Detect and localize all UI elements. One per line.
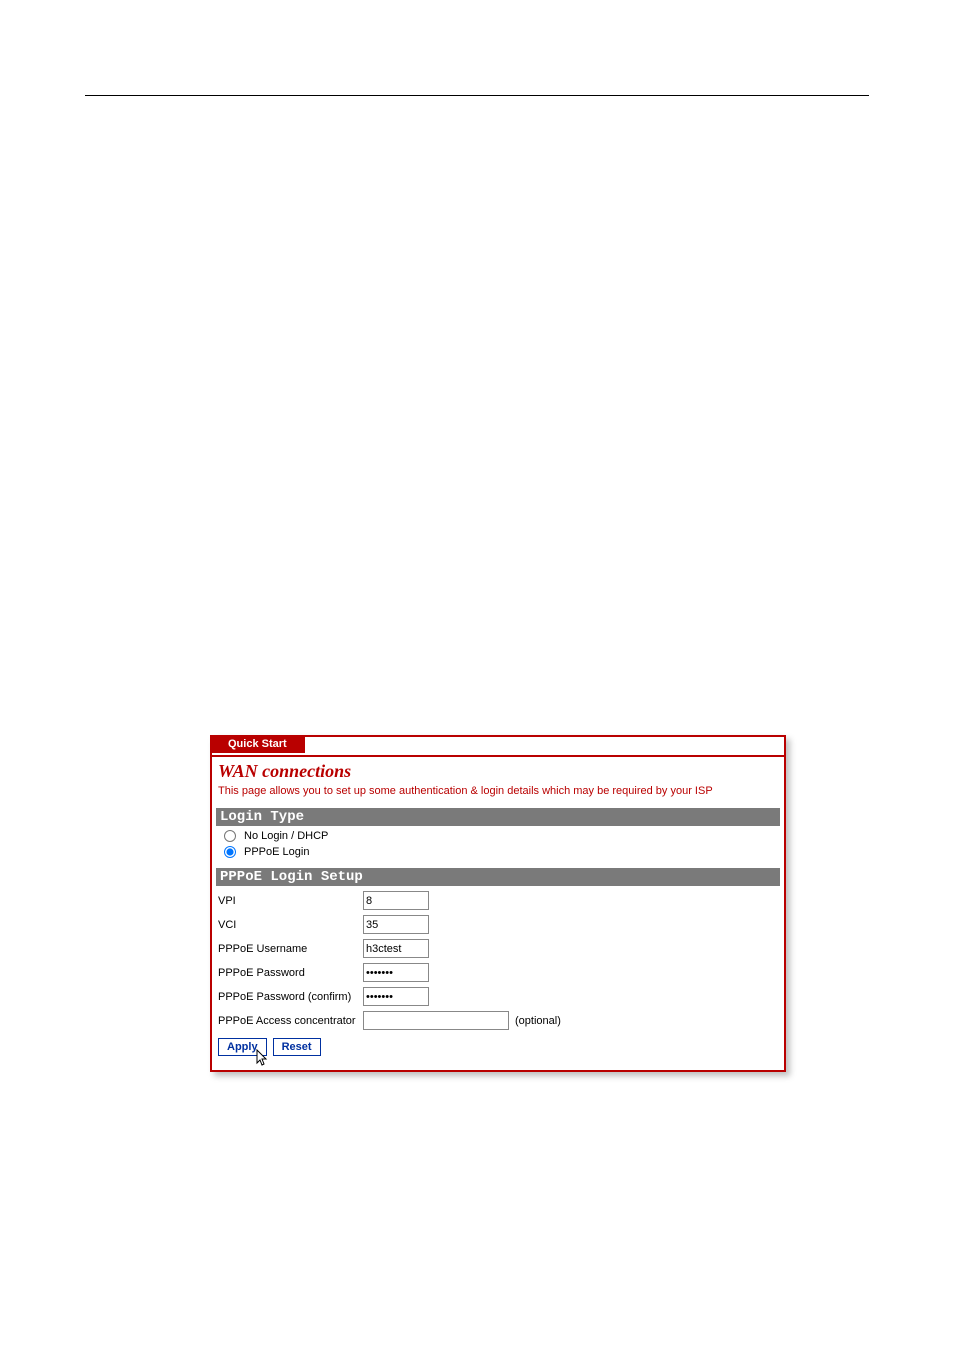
page-title: WAN connections [218, 761, 780, 782]
pppoe-password-field[interactable] [363, 963, 429, 982]
vpi-field[interactable] [363, 891, 429, 910]
pppoe-password-confirm-field[interactable] [363, 987, 429, 1006]
radio-no-login[interactable] [224, 830, 236, 842]
reset-button[interactable]: Reset [273, 1038, 321, 1056]
radio-no-login-label: No Login / DHCP [244, 830, 328, 842]
section-pppoe-setup: PPPoE Login Setup [216, 868, 780, 886]
tab-quick-start[interactable]: Quick Start [210, 735, 305, 753]
radio-pppoe-login-label: PPPoE Login [244, 846, 309, 858]
pppoe-ac-field[interactable] [363, 1011, 509, 1030]
pppoe-password-label: PPPoE Password [218, 967, 363, 979]
apply-button[interactable]: Apply [218, 1038, 267, 1056]
vci-field[interactable] [363, 915, 429, 934]
optional-text: (optional) [515, 1015, 561, 1027]
wan-connections-panel: Quick Start WAN connections This page al… [210, 735, 786, 1072]
pppoe-username-field[interactable] [363, 939, 429, 958]
vpi-label: VPI [218, 895, 363, 907]
page-description: This page allows you to set up some auth… [218, 784, 780, 798]
section-login-type: Login Type [216, 808, 780, 826]
pppoe-password-confirm-label: PPPoE Password (confirm) [218, 991, 363, 1003]
page-divider [85, 95, 869, 96]
pppoe-username-label: PPPoE Username [218, 943, 363, 955]
pppoe-ac-label: PPPoE Access concentrator [218, 1015, 363, 1027]
radio-pppoe-login[interactable] [224, 846, 236, 858]
vci-label: VCI [218, 919, 363, 931]
